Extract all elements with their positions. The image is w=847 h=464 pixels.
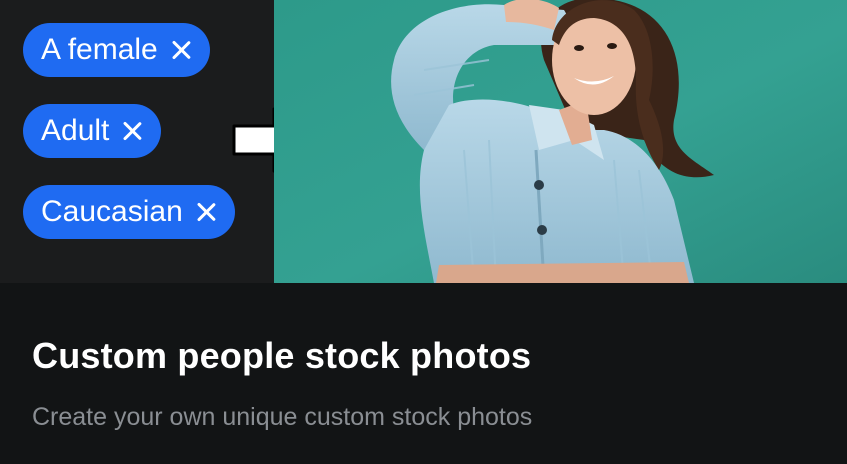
tag-chip-female[interactable]: A female	[23, 23, 210, 77]
preview-area: A female Adult Caucasian	[0, 0, 847, 283]
card-title: Custom people stock photos	[32, 335, 532, 376]
card-subtitle: Create your own unique custom stock phot…	[32, 403, 533, 431]
generated-photo	[274, 0, 847, 283]
tag-chip-label: Caucasian	[41, 195, 183, 228]
feature-card[interactable]: A female Adult Caucasian Custom people s…	[0, 0, 847, 464]
close-icon[interactable]	[121, 120, 143, 142]
tag-chip-label: Adult	[41, 114, 110, 147]
close-icon[interactable]	[195, 201, 217, 223]
close-icon[interactable]	[170, 39, 192, 61]
tag-chip-label: A female	[41, 33, 158, 66]
tag-chip-adult[interactable]: Adult	[23, 104, 162, 158]
tag-chip-caucasian[interactable]: Caucasian	[23, 185, 235, 239]
